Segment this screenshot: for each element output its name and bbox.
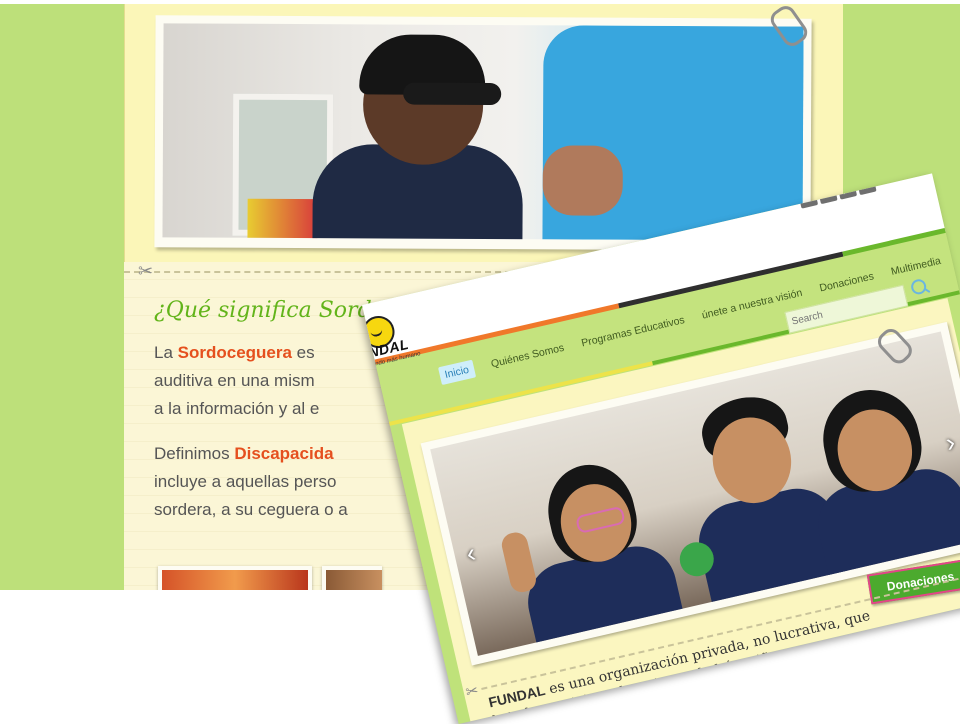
paragraph-line: Definimos Discapacida [154,444,334,463]
gallery-thumbnail[interactable] [322,566,382,590]
highlight-term: Discapacida [234,444,334,463]
section-heading: ¿Qué significa Sordoc [154,298,398,323]
slider-next-icon[interactable]: › [943,427,958,459]
paragraph-line: auditiva en una mism [154,371,315,390]
hero-photo-frame [154,15,812,251]
paragraph-line: sordera, a su ceguera o a [154,500,348,519]
slider-prev-icon[interactable]: ‹ [463,537,478,569]
paragraph-line: La Sordoceguera es [154,343,315,362]
paragraph-line: incluye a aquellas perso [154,472,337,491]
scissors-icon: ✂ [138,261,154,281]
gallery-thumbnail[interactable] [158,566,312,590]
highlight-term: Sordoceguera [177,343,292,362]
hero-photo [162,23,804,241]
paragraph-line: a la información y al e [154,399,320,418]
